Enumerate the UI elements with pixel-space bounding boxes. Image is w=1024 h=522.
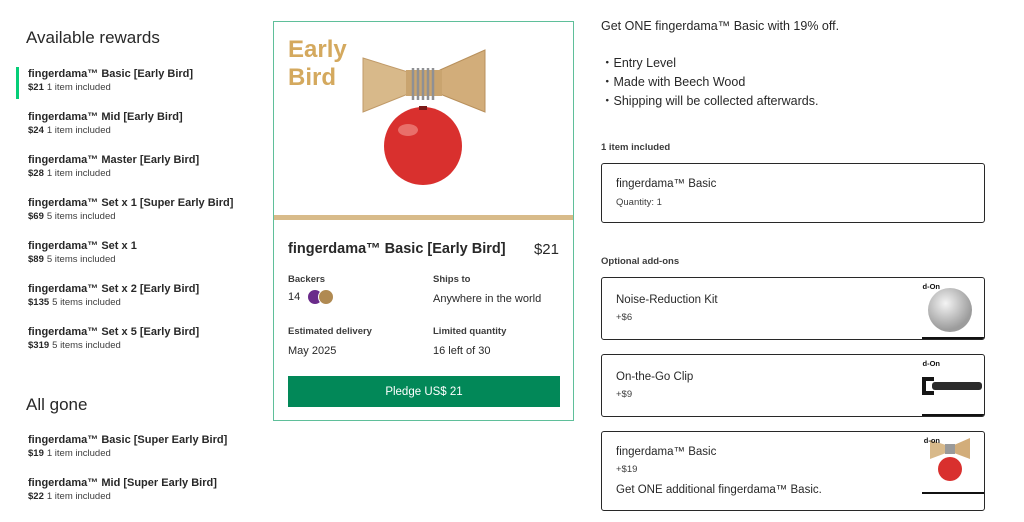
feature-item: ・Entry Level — [601, 56, 677, 70]
ships-to-value: Anywhere in the world — [433, 293, 542, 305]
reward-item-basic-early-bird[interactable]: fingerdama™ Basic [Early Bird] $21 1 item… — [16, 67, 246, 99]
reward-card: Early Bird fingerdama™ Basic [Early Bird — [273, 21, 574, 421]
reward-item-meta: $89 5 items included — [28, 254, 116, 265]
reward-item-basic-super-early-bird[interactable]: fingerdama™ Basic [Super Early Bird] $19… — [16, 433, 246, 465]
reward-item-set2-early-bird[interactable]: fingerdama™ Set x 2 [Early Bird] $135 5 i… — [16, 282, 246, 314]
reward-description: Get ONE fingerdama™ Basic with 19% off. — [601, 19, 840, 33]
thumbnail-divider — [922, 337, 984, 339]
included-items-label: 1 item included — [601, 142, 671, 153]
addon-price: +$9 — [616, 389, 633, 400]
reward-item-name: fingerdama™ Mid [Early Bird] — [28, 111, 183, 123]
limited-quantity-value: 16 left of 30 — [433, 345, 491, 357]
reward-item-set5-early-bird[interactable]: fingerdama™ Set x 5 [Early Bird] $319 5 i… — [16, 325, 246, 357]
ships-to-info: Ships to Anywhere in the world — [433, 274, 568, 306]
optional-addons-label: Optional add-ons — [601, 256, 680, 267]
addon-price: +$19 — [616, 464, 638, 475]
reward-item-name: fingerdama™ Basic [Early Bird] — [28, 68, 194, 80]
reward-item-meta: $28 1 item included — [28, 168, 111, 179]
reward-item-set1[interactable]: fingerdama™ Set x 1 $89 5 items included — [16, 239, 246, 271]
reward-item-meta: $19 1 item included — [28, 448, 111, 459]
included-item-name: fingerdama™ Basic — [616, 178, 717, 190]
addon-name: Noise-Reduction Kit — [616, 294, 718, 306]
reward-item-meta: $22 1 item included — [28, 491, 111, 502]
reward-price: $21 — [533, 240, 559, 258]
reward-item-name: fingerdama™ Set x 5 [Early Bird] — [28, 326, 200, 338]
all-gone-heading: All gone — [26, 395, 88, 414]
feature-item: ・Made with Beech Wood — [601, 75, 746, 89]
reward-item-mid-super-early-bird[interactable]: fingerdama™ Mid [Super Early Bird] $22 1 … — [16, 476, 246, 508]
addon-tag: d-On — [922, 282, 941, 291]
reward-item-meta: $69 5 items included — [28, 211, 116, 222]
reward-item-master-early-bird[interactable]: fingerdama™ Master [Early Bird] $28 1 ite… — [16, 153, 246, 185]
included-item-card: fingerdama™ Basic Quantity: 1 — [601, 163, 985, 223]
limited-quantity-label: Limited quantity — [433, 326, 507, 337]
reward-item-name: fingerdama™ Master [Early Bird] — [28, 154, 200, 166]
rewards-sidebar: Available rewards fingerdama™ Basic [Ear… — [0, 0, 250, 522]
reward-item-meta: $319 5 items included — [28, 340, 121, 351]
addon-noise-reduction-kit[interactable]: Noise-Reduction Kit +$6 d-On — [601, 277, 985, 340]
reward-item-meta: $135 5 items included — [28, 297, 121, 308]
reward-item-name: fingerdama™ Set x 2 [Early Bird] — [28, 283, 200, 295]
reward-item-name: fingerdama™ Set x 1 — [28, 240, 137, 252]
reward-title: fingerdama™ Basic [Early Bird] — [288, 241, 506, 257]
pledge-button[interactable]: Pledge US$ 21 — [288, 376, 560, 407]
avatar — [318, 289, 335, 305]
delivery-info: Estimated delivery May 2025 — [288, 326, 423, 358]
fingerdama-product-image — [362, 49, 486, 185]
reward-item-mid-early-bird[interactable]: fingerdama™ Mid [Early Bird] $24 1 item i… — [16, 110, 246, 142]
reward-details: Get ONE fingerdama™ Basic with 19% off. … — [601, 0, 1001, 522]
reward-image: Early Bird — [274, 22, 573, 220]
ships-to-label: Ships to — [433, 274, 471, 285]
early-bird-badge: Early Bird — [288, 36, 347, 91]
addon-tag: d-On — [922, 359, 941, 368]
delivery-label: Estimated delivery — [288, 326, 372, 337]
limited-quantity-info: Limited quantity 16 left of 30 — [433, 326, 568, 358]
thumbnail-divider — [922, 492, 984, 494]
reward-item-meta: $21 1 item included — [28, 82, 111, 93]
addon-fingerdama-basic[interactable]: fingerdama™ Basic +$19 Get ONE additiona… — [601, 431, 985, 511]
reward-item-name: fingerdama™ Mid [Super Early Bird] — [28, 477, 217, 489]
addon-name: On-the-Go Clip — [616, 371, 694, 383]
reward-item-set1-super-early-bird[interactable]: fingerdama™ Set x 1 [Super Early Bird] $… — [16, 196, 246, 228]
reward-item-name: fingerdama™ Basic [Super Early Bird] — [28, 434, 228, 446]
addon-note: Get ONE additional fingerdama™ Basic. — [616, 484, 822, 496]
available-rewards-heading: Available rewards — [26, 28, 160, 47]
thumbnail-divider — [922, 414, 984, 416]
feature-item: ・Shipping will be collected afterwards. — [601, 94, 819, 108]
reward-features: ・Entry Level ・Made with Beech Wood ・Ship… — [601, 54, 818, 111]
backers-count: 14 — [288, 290, 301, 303]
included-item-quantity: Quantity: 1 — [616, 197, 662, 208]
backers-info: Backers 14 — [288, 274, 423, 305]
addon-tag: d-on — [923, 436, 940, 445]
backer-avatars — [307, 289, 335, 305]
addon-on-the-go-clip[interactable]: On-the-Go Clip +$9 d-On — [601, 354, 985, 417]
delivery-value: May 2025 — [288, 345, 337, 357]
reward-item-name: fingerdama™ Set x 1 [Super Early Bird] — [28, 197, 234, 209]
addon-price: +$6 — [616, 312, 633, 323]
addon-name: fingerdama™ Basic — [616, 446, 717, 458]
reward-item-meta: $24 1 item included — [28, 125, 111, 136]
backers-label: Backers — [288, 274, 325, 285]
